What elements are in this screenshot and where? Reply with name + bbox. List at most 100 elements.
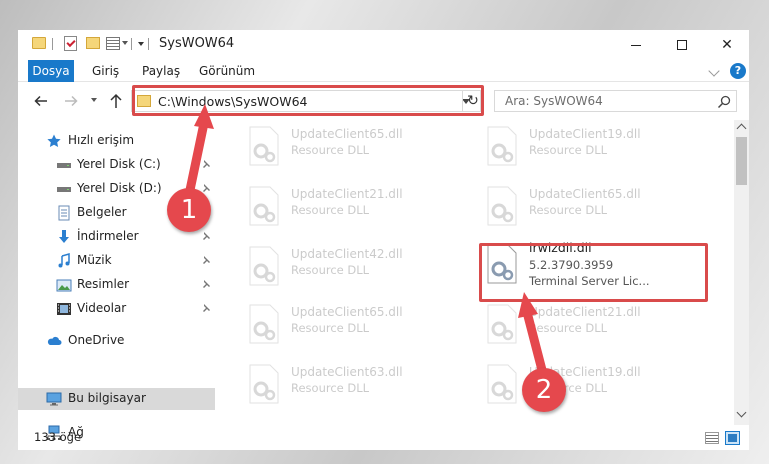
up-arrow-icon[interactable] [108, 93, 124, 109]
drive-icon [57, 163, 71, 168]
sidebar-item-drive-c[interactable]: Yerel Disk (C:) [18, 154, 215, 176]
sidebar-item-onedrive[interactable]: OneDrive [18, 330, 215, 352]
ribbon-tabs: Dosya Giriş Paylaş Görünüm ? [18, 60, 749, 82]
sidebar-item-pictures[interactable]: Resimler [18, 274, 215, 296]
navigation-pane: Hızlı erişim Yerel Disk (C:) Yerel Disk … [18, 120, 215, 440]
minimize-button[interactable] [613, 30, 659, 60]
sidebar-item-label: Belgeler [77, 205, 127, 219]
tab-view[interactable]: Görünüm [191, 60, 263, 82]
search-input[interactable]: Ara: SysWOW64 [505, 94, 603, 108]
file-item[interactable]: UpdateClient63.dll Resource DLL [218, 360, 438, 406]
file-name: UpdateClient65.dll [291, 305, 403, 319]
sidebar-item-label: OneDrive [68, 333, 125, 347]
sidebar-item-label: İndirmeler [77, 229, 139, 243]
file-highlight-box [479, 243, 708, 302]
sidebar-item-label: Videolar [77, 301, 127, 315]
qat-separator [148, 38, 149, 50]
file-type: Resource DLL [291, 263, 370, 277]
scroll-down-icon[interactable] [736, 407, 747, 418]
maximize-button[interactable] [659, 30, 705, 60]
vertical-scrollbar[interactable] [734, 120, 749, 425]
folder-icon [32, 37, 46, 49]
maximize-icon [677, 40, 687, 50]
tab-share[interactable]: Paylaş [134, 60, 188, 82]
chevron-down-icon[interactable] [122, 41, 128, 45]
details-view-icon[interactable] [705, 432, 719, 444]
title-bar: SysWOW64 ✕ [18, 30, 749, 60]
sidebar-item-label: Resimler [77, 277, 130, 291]
pictures-icon [56, 279, 72, 292]
tab-home[interactable]: Giriş [84, 60, 127, 82]
status-bar: 133 öğe [18, 427, 749, 450]
file-name: UpdateClient19.dll [529, 127, 641, 141]
pin-icon[interactable] [201, 183, 211, 193]
file-type: Resource DLL [529, 203, 608, 217]
file-item[interactable]: UpdateClient65.dll Resource DLL [218, 300, 438, 346]
window-title: SysWOW64 [159, 36, 235, 51]
item-count: 133 öğe [34, 430, 82, 444]
file-item[interactable]: UpdateClient65.dll Resource DLL [456, 182, 676, 228]
expand-ribbon-icon[interactable] [708, 65, 720, 77]
new-folder-icon[interactable] [86, 37, 100, 49]
dll-file-icon [487, 304, 517, 344]
step-callout-1: 1 [167, 188, 211, 232]
pin-icon[interactable] [201, 159, 211, 169]
computer-icon [46, 392, 62, 406]
download-icon [59, 230, 69, 243]
sidebar-item-label: Yerel Disk (C:) [77, 157, 161, 171]
file-name: UpdateClient63.dll [291, 365, 403, 379]
dll-file-icon [249, 246, 279, 286]
pin-icon[interactable] [201, 303, 211, 313]
file-item[interactable]: UpdateClient65.dll Resource DLL [218, 122, 438, 168]
file-type: Resource DLL [529, 321, 608, 335]
scrollbar-thumb[interactable] [736, 137, 747, 185]
forward-arrow-icon[interactable] [64, 94, 78, 108]
properties-check-icon[interactable] [64, 36, 77, 51]
dll-file-icon [487, 126, 517, 166]
sidebar-item-quick-access[interactable]: Hızlı erişim [18, 130, 215, 152]
pin-icon[interactable] [201, 231, 211, 241]
file-item[interactable]: UpdateClient21.dll Resource DLL [218, 182, 438, 228]
step-callout-2: 2 [522, 368, 566, 412]
dll-file-icon [487, 364, 517, 404]
file-item[interactable]: UpdateClient19.dll Resource DLL [456, 360, 676, 406]
sidebar-item-label: Müzik [77, 253, 112, 267]
file-type: Resource DLL [291, 381, 370, 395]
file-name: UpdateClient65.dll [291, 127, 403, 141]
customize-qat-icon[interactable] [138, 42, 144, 46]
sidebar-item-label: Bu bilgisayar [68, 391, 146, 405]
music-icon [58, 253, 70, 268]
back-arrow-icon[interactable] [34, 94, 48, 108]
sidebar-item-this-pc[interactable]: Bu bilgisayar [18, 388, 215, 410]
sidebar-item-videos[interactable]: Videolar [18, 298, 215, 320]
file-item[interactable]: UpdateClient21.dll Resource DLL [456, 300, 676, 346]
video-icon [57, 303, 71, 315]
large-icons-view-icon[interactable] [725, 431, 740, 445]
recent-locations-icon[interactable] [91, 98, 97, 102]
sidebar-item-music[interactable]: Müzik [18, 250, 215, 272]
file-item[interactable]: UpdateClient42.dll Resource DLL [218, 242, 438, 288]
dll-file-icon [249, 186, 279, 226]
scroll-up-icon[interactable] [736, 123, 747, 134]
qat-separator [131, 38, 132, 50]
pin-icon[interactable] [201, 279, 211, 289]
file-type: Resource DLL [291, 203, 370, 217]
pin-icon[interactable] [201, 255, 211, 265]
cloud-icon [47, 336, 62, 345]
sidebar-item-label: Hızlı erişim [68, 133, 135, 147]
help-icon[interactable]: ? [730, 63, 746, 79]
file-type: Resource DLL [291, 321, 370, 335]
dll-file-icon [487, 186, 517, 226]
documents-icon [58, 205, 70, 221]
explorer-window: SysWOW64 ✕ Dosya Giriş Paylaş Görünüm ? … [18, 30, 749, 450]
close-button[interactable]: ✕ [704, 30, 750, 60]
file-item[interactable]: UpdateClient19.dll Resource DLL [456, 122, 676, 168]
tab-file[interactable]: Dosya [28, 60, 74, 82]
properties-icon[interactable] [106, 37, 120, 50]
qat-separator [52, 38, 53, 50]
dll-file-icon [249, 364, 279, 404]
search-box[interactable]: Ara: SysWOW64 [494, 90, 737, 112]
file-name: UpdateClient42.dll [291, 247, 403, 261]
search-icon[interactable] [717, 95, 731, 109]
sidebar-item-label: Yerel Disk (D:) [77, 181, 162, 195]
